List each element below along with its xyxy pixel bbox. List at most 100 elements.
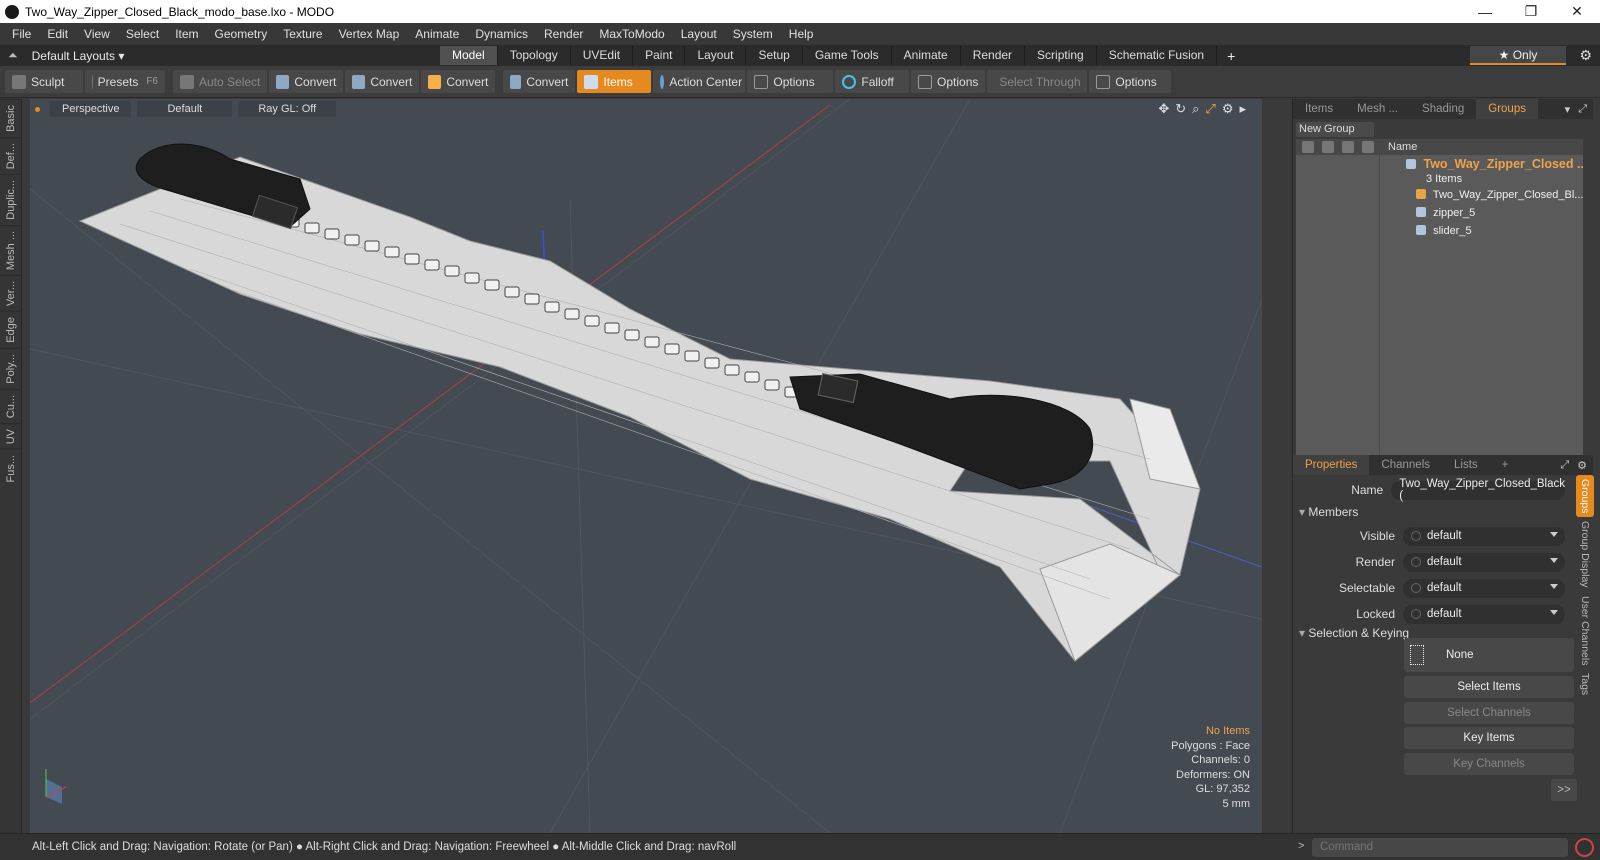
convert-polygons-button[interactable]: Convert [421, 70, 496, 93]
left-tab-duplicate[interactable]: Duplic... [0, 174, 22, 225]
tab-paint[interactable]: Paint [633, 46, 686, 65]
menu-item[interactable]: Item [167, 23, 206, 45]
viewport-menu-dot[interactable] [35, 106, 40, 112]
menu-select[interactable]: Select [118, 23, 167, 45]
left-tab-mesh[interactable]: Mesh ... [0, 224, 22, 276]
tab-channels[interactable]: Channels [1369, 455, 1442, 475]
menu-edit[interactable]: Edit [39, 23, 76, 45]
tab-mesh[interactable]: Mesh ... [1345, 99, 1410, 119]
add-tab-button[interactable]: + [1490, 455, 1521, 475]
add-layout-button[interactable]: + [1217, 48, 1245, 64]
tab-layout[interactable]: Layout [685, 46, 747, 65]
group-row[interactable]: Two_Way_Zipper_Closed ... [1296, 157, 1583, 171]
menu-geometry[interactable]: Geometry [207, 23, 276, 45]
expand-icon[interactable]: ⤢ [1560, 459, 1569, 472]
render-dropdown[interactable]: default [1403, 552, 1565, 572]
close-button[interactable]: ✕ [1554, 0, 1600, 23]
expand-arrow-icon[interactable]: ▸ [1239, 101, 1246, 117]
layouts-dropdown[interactable]: ⏶ Default Layouts ▾ [0, 48, 440, 63]
tab-game-tools[interactable]: Game Tools [803, 46, 892, 65]
lock-icon[interactable] [1342, 141, 1354, 153]
command-input[interactable] [1312, 838, 1568, 857]
menu-render[interactable]: Render [536, 23, 591, 45]
rotate-icon[interactable]: ↻ [1175, 101, 1186, 117]
new-group-button[interactable]: New Group [1296, 122, 1374, 137]
render-icon[interactable] [1322, 141, 1334, 153]
select-through-button[interactable]: Select Through [987, 70, 1088, 93]
selectable-dropdown[interactable]: default [1403, 578, 1565, 598]
tab-items[interactable]: Items [1293, 99, 1345, 119]
tab-model[interactable]: Model [440, 46, 498, 65]
tree-item-slider[interactable]: slider_5 [1296, 225, 1583, 237]
menu-texture[interactable]: Texture [275, 23, 330, 45]
fit-icon[interactable]: ⤢ [1205, 101, 1215, 117]
left-tab-fusion[interactable]: Fus... [0, 449, 22, 488]
select-icon[interactable] [1362, 141, 1374, 153]
settings-icon[interactable]: ⚙ [1222, 101, 1234, 117]
tree-item-zipper[interactable]: zipper_5 [1296, 207, 1583, 219]
tab-animate[interactable]: Animate [892, 46, 961, 65]
side-tab-tags[interactable]: Tags [1576, 669, 1594, 699]
shading-dropdown[interactable]: Default [137, 101, 233, 117]
selection-keying-section[interactable]: Selection & Keying [1299, 626, 1409, 640]
options-button-2[interactable]: Options [911, 70, 986, 93]
tab-groups[interactable]: Groups [1476, 99, 1538, 119]
key-items-button[interactable]: Key Items [1404, 727, 1574, 749]
menu-system[interactable]: System [725, 23, 781, 45]
select-items-button[interactable]: Select Items [1404, 676, 1574, 698]
menu-help[interactable]: Help [781, 23, 822, 45]
record-icon[interactable] [1575, 838, 1594, 857]
tab-uvedit[interactable]: UVEdit [571, 46, 634, 65]
menu-maxtomodo[interactable]: MaxToModo [591, 23, 672, 45]
tab-lists[interactable]: Lists [1442, 455, 1490, 475]
name-field[interactable]: Two_Way_Zipper_Closed_Black ( [1391, 478, 1565, 502]
options-button-3[interactable]: Options [1089, 70, 1172, 93]
options-button-1[interactable]: Options [747, 70, 834, 93]
side-tab-group-display[interactable]: Group Display [1576, 517, 1594, 592]
tab-shading[interactable]: Shading [1410, 99, 1476, 119]
gear-icon[interactable]: ⚙ [1579, 47, 1592, 64]
only-button[interactable]: ★ Only [1470, 46, 1566, 65]
left-tab-basic[interactable]: Basic [0, 99, 22, 137]
left-tab-curve[interactable]: Cu... [0, 388, 22, 423]
action-center-button[interactable]: Action Center [653, 70, 746, 93]
menu-animate[interactable]: Animate [407, 23, 467, 45]
items-mode-button[interactable]: Items [577, 70, 652, 93]
tab-topology[interactable]: Topology [498, 46, 571, 65]
tree-item-mesh[interactable]: Two_Way_Zipper_Closed_Bl... [1296, 189, 1583, 201]
left-tab-uv[interactable]: UV [0, 422, 22, 450]
visible-dropdown[interactable]: default [1403, 526, 1565, 546]
tab-properties[interactable]: Properties [1293, 455, 1370, 475]
more-button[interactable]: >> [1551, 779, 1577, 801]
side-tab-groups[interactable]: Groups [1576, 475, 1594, 518]
chevron-down-icon[interactable]: ▾ [1565, 103, 1571, 116]
minimize-button[interactable]: — [1462, 0, 1508, 23]
maximize-button[interactable]: ❐ [1508, 0, 1554, 23]
view-type-dropdown[interactable]: Perspective [50, 101, 132, 117]
side-tab-user-channels[interactable]: User Channels [1576, 592, 1594, 669]
gear-icon[interactable]: ⚙ [1577, 459, 1587, 472]
none-button[interactable]: None [1404, 638, 1574, 672]
convert-vertices-button[interactable]: Convert [269, 70, 344, 93]
3d-viewport[interactable]: Perspective Default Ray GL: Off ✥ ↻ ⌕ ⤢ … [30, 99, 1262, 833]
sculpt-button[interactable]: Sculpt [5, 70, 83, 93]
auto-select-button[interactable]: Auto Select [173, 70, 268, 93]
zipper-model[interactable] [78, 143, 1201, 662]
tab-scripting[interactable]: Scripting [1025, 46, 1097, 65]
convert-edges-button[interactable]: Convert [345, 70, 420, 93]
tab-render[interactable]: Render [961, 46, 1026, 65]
menu-layout[interactable]: Layout [673, 23, 725, 45]
tab-schematic-fusion[interactable]: Schematic Fusion [1097, 46, 1218, 65]
zoom-icon[interactable]: ⌕ [1192, 101, 1199, 117]
falloff-button[interactable]: Falloff [835, 70, 910, 93]
eye-icon[interactable] [1302, 141, 1314, 153]
raygl-toggle[interactable]: Ray GL: Off [238, 101, 337, 117]
left-tab-vertex[interactable]: Ver... [0, 275, 22, 312]
key-channels-button[interactable]: Key Channels [1404, 753, 1574, 775]
name-column-header[interactable]: Name [1388, 141, 1417, 153]
menu-view[interactable]: View [76, 23, 118, 45]
menu-vertex-map[interactable]: Vertex Map [331, 23, 408, 45]
presets-button[interactable]: Presets F6 [85, 70, 165, 93]
select-channels-button[interactable]: Select Channels [1404, 702, 1574, 724]
convert-materials-button[interactable]: Convert [503, 70, 576, 93]
